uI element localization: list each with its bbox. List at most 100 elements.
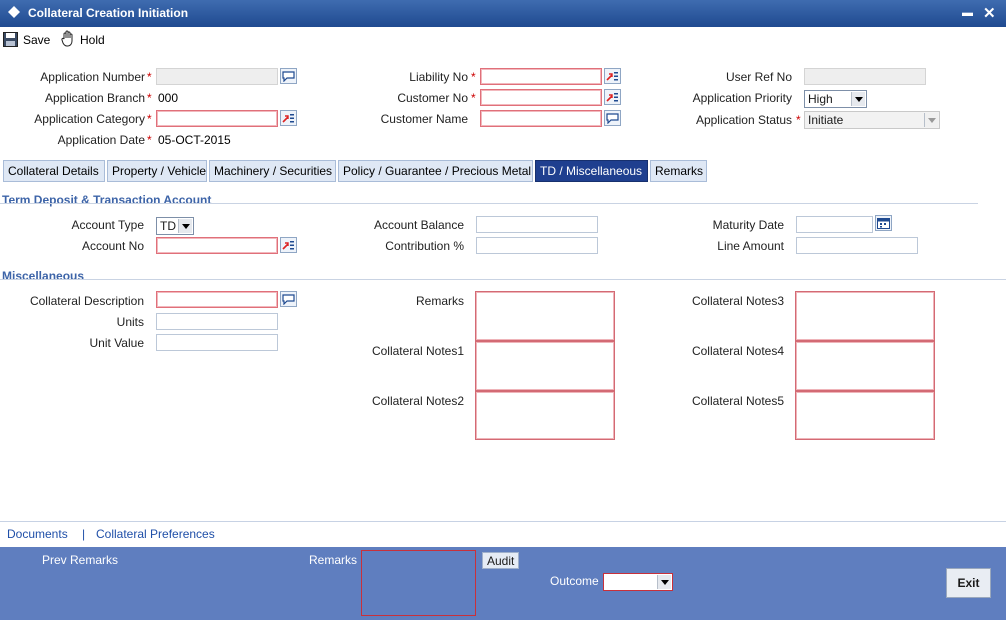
contribution-label: Contribution % xyxy=(385,239,464,253)
liability-no-label: Liability No xyxy=(409,70,468,84)
outcome-label: Outcome xyxy=(550,574,599,588)
collateral-description-lov-button[interactable] xyxy=(280,291,297,307)
application-date-label: Application Date xyxy=(57,133,145,147)
customer-no-field[interactable] xyxy=(480,89,602,106)
contribution-field[interactable] xyxy=(476,237,598,254)
application-category-label: Application Category xyxy=(34,112,145,126)
required-marker: * xyxy=(471,70,476,84)
collateral-notes3-label: Collateral Notes3 xyxy=(691,294,784,308)
application-priority-value: High xyxy=(808,92,833,106)
units-field[interactable] xyxy=(156,313,278,330)
account-type-select[interactable]: TD xyxy=(156,217,194,235)
liability-no-lov-button[interactable] xyxy=(604,68,621,84)
liability-no-field[interactable] xyxy=(480,68,602,85)
maturity-date-label: Maturity Date xyxy=(712,218,784,232)
customer-name-lov-button[interactable] xyxy=(604,110,621,126)
list-of-values-icon xyxy=(606,92,618,102)
application-number-field[interactable] xyxy=(156,68,278,85)
tab-td-miscellaneous[interactable]: TD / Miscellaneous xyxy=(535,160,648,182)
section-divider xyxy=(0,279,1006,280)
required-marker: * xyxy=(147,91,152,105)
bottom-links-bar: Documents | Collateral Preferences xyxy=(0,521,1006,547)
remarks-textarea[interactable] xyxy=(475,291,615,341)
chevron-down-icon xyxy=(851,92,865,106)
minimize-icon[interactable]: ▬ xyxy=(962,7,973,19)
account-type-label: Account Type xyxy=(71,218,145,232)
application-status-select[interactable]: Initiate xyxy=(804,111,940,129)
list-of-values-icon xyxy=(282,113,294,123)
section-divider xyxy=(0,203,978,204)
collateral-notes2-textarea[interactable] xyxy=(475,391,615,440)
speech-bubble-icon xyxy=(282,70,295,82)
hold-button[interactable]: Hold xyxy=(80,33,105,47)
footer-bar: Prev Remarks Remarks Audit Outcome xyxy=(0,547,1006,620)
footer-remarks-label: Remarks xyxy=(309,553,358,567)
unit-value-label: Unit Value xyxy=(89,336,144,350)
save-button[interactable]: Save xyxy=(23,33,50,47)
prev-remarks-label: Prev Remarks xyxy=(42,553,119,567)
account-type-value: TD xyxy=(160,219,176,233)
documents-link[interactable]: Documents xyxy=(7,527,68,541)
chevron-down-icon xyxy=(924,113,938,127)
maturity-date-field[interactable] xyxy=(796,216,873,233)
tab-machinery-securities[interactable]: Machinery / Securities xyxy=(209,160,336,182)
speech-bubble-icon xyxy=(606,112,619,124)
application-status-label: Application Status xyxy=(695,113,792,127)
customer-no-lov-button[interactable] xyxy=(604,89,621,105)
hold-hand-icon[interactable] xyxy=(60,30,77,48)
collateral-preferences-link[interactable]: Collateral Preferences xyxy=(96,527,215,541)
collateral-notes1-textarea[interactable] xyxy=(475,341,615,391)
collateral-description-field[interactable] xyxy=(156,291,278,308)
application-status-value: Initiate xyxy=(808,113,844,127)
user-ref-no-field[interactable] xyxy=(804,68,926,85)
toolbar: Save Hold xyxy=(0,27,1006,53)
account-no-lov-button[interactable] xyxy=(280,237,297,253)
list-of-values-icon xyxy=(282,240,294,250)
customer-name-field[interactable] xyxy=(480,110,602,127)
window-title: Collateral Creation Initiation xyxy=(28,6,189,20)
save-icon[interactable] xyxy=(3,32,18,47)
line-amount-field[interactable] xyxy=(796,237,918,254)
collateral-notes3-textarea[interactable] xyxy=(795,291,935,341)
outcome-select[interactable] xyxy=(603,573,673,591)
calendar-button[interactable] xyxy=(875,215,892,231)
required-marker: * xyxy=(147,112,152,126)
tab-collateral-details[interactable]: Collateral Details xyxy=(3,160,105,182)
application-priority-select[interactable]: High xyxy=(804,90,867,108)
chevron-down-icon xyxy=(657,575,671,589)
collateral-notes4-textarea[interactable] xyxy=(795,341,935,391)
footer-remarks-textarea[interactable] xyxy=(361,550,476,616)
speech-bubble-icon xyxy=(282,293,295,305)
calendar-icon xyxy=(877,218,890,229)
chevron-down-icon xyxy=(178,219,192,233)
account-no-field[interactable] xyxy=(156,237,278,254)
collateral-notes2-label: Collateral Notes2 xyxy=(371,394,464,408)
application-number-label: Application Number xyxy=(40,70,145,84)
remarks-label: Remarks xyxy=(415,294,464,308)
application-date-value: 05-OCT-2015 xyxy=(158,133,231,147)
collateral-notes5-label: Collateral Notes5 xyxy=(691,394,784,408)
section-title-miscellaneous: Miscellaneous xyxy=(2,269,85,283)
audit-button[interactable]: Audit xyxy=(482,552,519,569)
tab-remarks[interactable]: Remarks xyxy=(650,160,707,182)
required-marker: * xyxy=(147,133,152,147)
tab-policy-guarantee-precious-metal[interactable]: Policy / Guarantee / Precious Metal xyxy=(338,160,533,182)
customer-name-label: Customer Name xyxy=(380,112,468,126)
customer-no-label: Customer No xyxy=(397,91,468,105)
collateral-notes5-textarea[interactable] xyxy=(795,391,935,440)
application-category-field[interactable] xyxy=(156,110,278,127)
tab-property-vehicle[interactable]: Property / Vehicle xyxy=(107,160,207,182)
section-title-term-deposit: Term Deposit & Transaction Account xyxy=(2,193,212,207)
collateral-notes4-label: Collateral Notes4 xyxy=(691,344,784,358)
application-priority-label: Application Priority xyxy=(692,91,792,105)
user-ref-no-label: User Ref No xyxy=(725,70,792,84)
application-branch-value: 000 xyxy=(158,91,179,105)
application-category-lov-button[interactable] xyxy=(280,110,297,126)
exit-button[interactable]: Exit xyxy=(946,568,991,598)
application-number-lov-button[interactable] xyxy=(280,68,297,84)
account-balance-field[interactable] xyxy=(476,216,598,233)
window-titlebar: Collateral Creation Initiation ▬ ✕ xyxy=(0,0,1006,27)
unit-value-field[interactable] xyxy=(156,334,278,351)
close-icon[interactable]: ✕ xyxy=(983,4,996,22)
line-amount-label: Line Amount xyxy=(717,239,784,253)
